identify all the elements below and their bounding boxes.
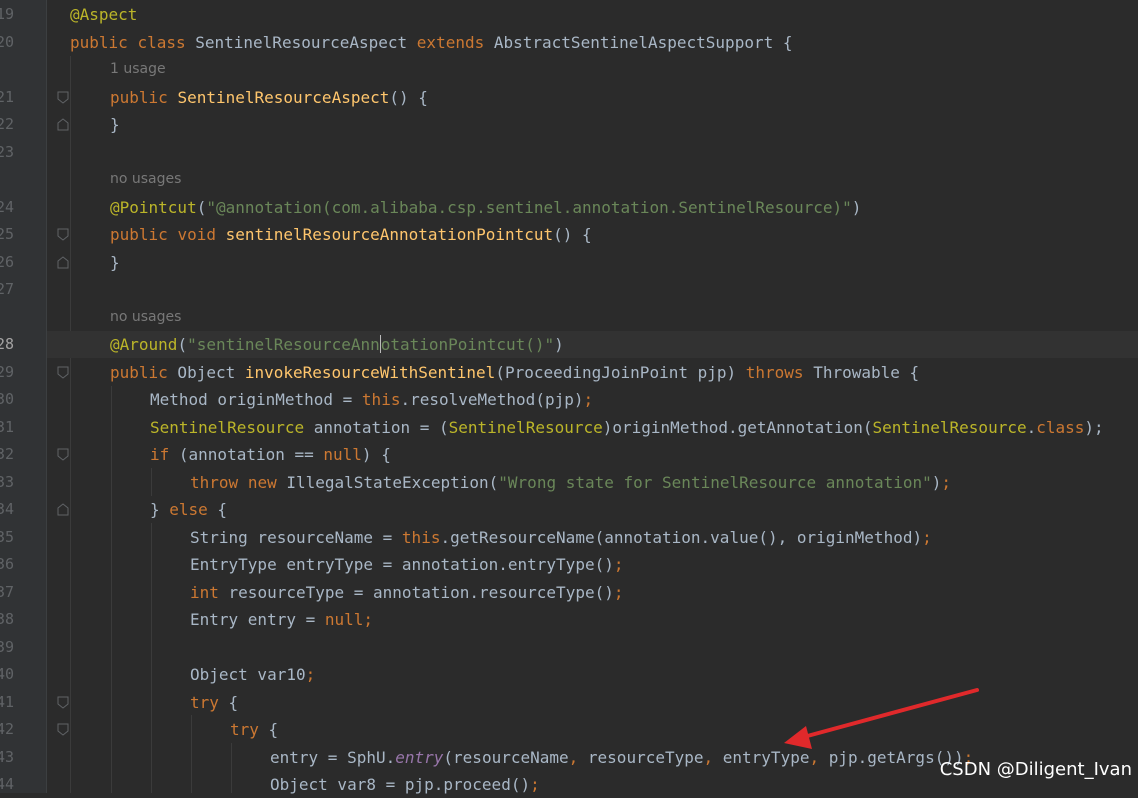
annotation-arrow <box>784 688 979 749</box>
watermark: CSDN @Diligent_Ivan <box>939 759 1132 780</box>
